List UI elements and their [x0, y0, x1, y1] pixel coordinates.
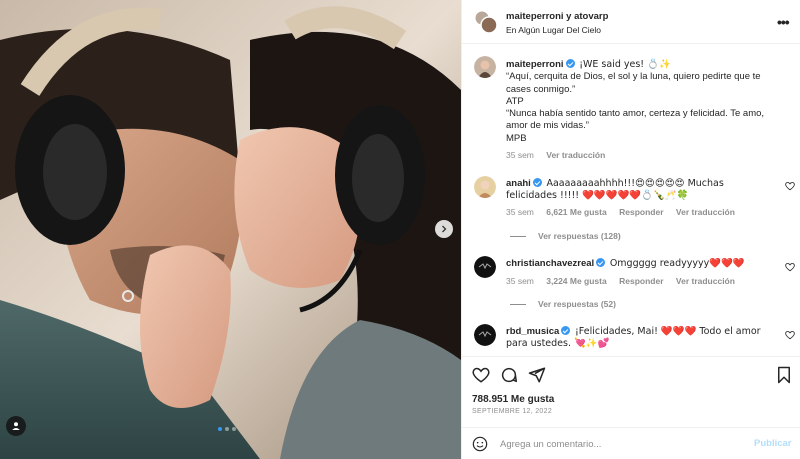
carousel-dot	[218, 427, 222, 431]
comment-username[interactable]: christianchavezreal	[506, 258, 594, 269]
emoji-icon	[472, 436, 488, 452]
replies-divider	[510, 303, 526, 305]
comment-likes[interactable]: 3,224 Me gusta	[546, 276, 606, 286]
comment-input[interactable]	[500, 436, 740, 452]
comment-time[interactable]: 35 sem	[506, 207, 534, 217]
replies-divider	[510, 235, 526, 237]
comment-composer: Publicar	[462, 427, 800, 459]
user-tag-icon	[12, 422, 20, 430]
carousel-indicator	[218, 427, 236, 431]
comment-meta: 35 sem 3,224 Me gusta Responder Ver trad…	[506, 276, 745, 286]
publish-button[interactable]: Publicar	[754, 438, 792, 449]
caption-line: ATP	[506, 95, 524, 107]
comment-likes[interactable]: 6,621 Me gusta	[546, 207, 606, 217]
verified-badge-icon	[565, 59, 575, 68]
heart-icon[interactable]	[785, 262, 795, 275]
comment-text: christianchavezreal Omggggg readyyyyy❤️❤…	[506, 258, 786, 270]
translate-link[interactable]: Ver traducción	[546, 150, 605, 160]
avatar[interactable]	[474, 56, 496, 78]
heart-icon[interactable]	[785, 330, 795, 343]
caption-username[interactable]: maiteperroni	[506, 59, 564, 70]
avatar[interactable]	[474, 324, 496, 346]
user-tags-button[interactable]	[6, 416, 26, 436]
carousel-next-button[interactable]	[435, 220, 453, 238]
caption-line: MPB	[506, 132, 527, 144]
heart-icon	[472, 367, 490, 383]
comment-text: rbd_musica ¡Felicidades, Mai! ❤️❤️❤️ Tod…	[506, 326, 776, 351]
post-header: maiteperroni y atovarp En Algún Lugar De…	[462, 0, 800, 44]
carousel-dot	[225, 427, 229, 431]
emoji-button[interactable]	[472, 436, 488, 457]
post-location[interactable]: En Algún Lugar Del Cielo	[506, 25, 601, 35]
verified-badge-icon	[532, 178, 542, 187]
post-actions: 788.951 Me gusta SEPTIEMBRE 12, 2022 Pub…	[462, 356, 800, 459]
verified-badge-icon	[596, 258, 606, 267]
comment-username[interactable]: anahi	[506, 178, 531, 189]
comment-icon	[501, 367, 518, 383]
bookmark-icon	[778, 366, 790, 384]
comment-time[interactable]: 35 sem	[506, 276, 534, 286]
like-button[interactable]	[472, 366, 490, 389]
caption-line: ¡WE said yes! 💍✨	[579, 59, 671, 70]
likes-count[interactable]: 788.951 Me gusta	[472, 394, 554, 405]
share-icon	[528, 367, 546, 383]
caption-meta: 35 sem Ver traducción	[506, 150, 615, 160]
view-replies-button[interactable]: Ver respuestas (128)	[510, 231, 621, 241]
chevron-right-icon	[442, 225, 447, 233]
verified-badge-icon	[561, 326, 571, 335]
view-replies-label: Ver respuestas (128)	[538, 231, 621, 241]
post-photo-area	[0, 0, 461, 459]
comment-username[interactable]: rbd_musica	[506, 326, 559, 337]
post-side-panel: maiteperroni y atovarp En Algún Lugar De…	[461, 0, 800, 459]
carousel-dot	[232, 427, 236, 431]
comment-body: Omggggg readyyyyy❤️❤️❤️	[609, 258, 745, 269]
post-photo[interactable]	[0, 0, 461, 459]
caption-line: “Aquí, cerquita de Dios, el sol y la lun…	[506, 71, 761, 95]
reply-button[interactable]: Responder	[619, 207, 663, 217]
avatar[interactable]	[474, 176, 496, 198]
post-date: SEPTIEMBRE 12, 2022	[472, 408, 553, 415]
avatar[interactable]	[474, 256, 496, 278]
more-icon[interactable]: •••	[777, 14, 790, 30]
translate-link[interactable]: Ver traducción	[676, 276, 735, 286]
caption-line: “Nunca había sentido tanto amor, certeza…	[506, 108, 765, 132]
caption-time[interactable]: 35 sem	[506, 150, 534, 160]
translate-link[interactable]: Ver traducción	[676, 207, 735, 217]
view-replies-label: Ver respuestas (52)	[538, 299, 616, 309]
post-author-names[interactable]: maiteperroni y atovarp	[506, 11, 608, 22]
comment-text: anahi Aaaaaaaaahhhh!!!😍😍😍😍😍 Muchas felic…	[506, 178, 776, 203]
comment-meta: 35 sem 6,621 Me gusta Responder Ver trad…	[506, 207, 745, 217]
save-button[interactable]	[776, 366, 792, 389]
comment-button[interactable]	[500, 366, 518, 389]
reply-button[interactable]: Responder	[619, 276, 663, 286]
view-replies-button[interactable]: Ver respuestas (52)	[510, 299, 616, 309]
caption-text: maiteperroni ¡WE said yes! 💍✨ “Aquí, cer…	[506, 59, 786, 145]
avatar[interactable]	[474, 10, 498, 34]
heart-icon[interactable]	[785, 181, 795, 194]
share-button[interactable]	[528, 366, 546, 389]
